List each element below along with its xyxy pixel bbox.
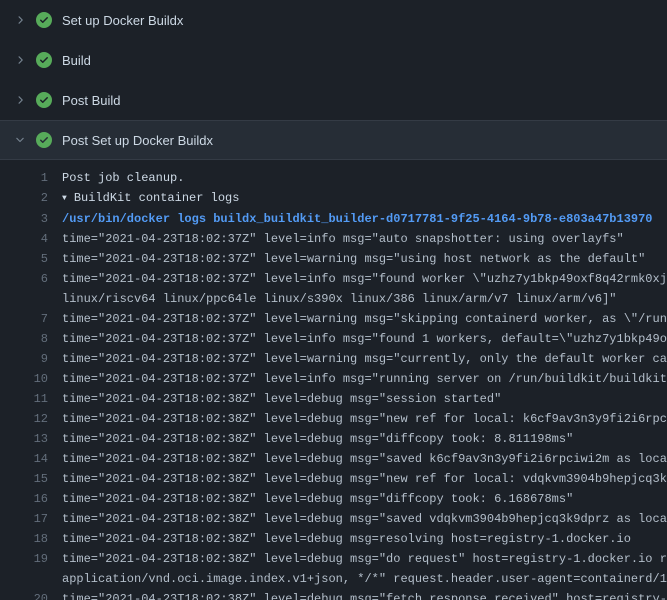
- log-line: 11 time="2021-04-23T18:02:38Z" level=debu…: [0, 389, 667, 409]
- log-line-number[interactable]: 12: [0, 409, 48, 429]
- step-row-set-up-docker-buildx[interactable]: Set up Docker Buildx: [0, 0, 667, 40]
- log-line-text: time="2021-04-23T18:02:37Z" level=warnin…: [62, 249, 645, 269]
- chevron-right-icon: [13, 12, 27, 28]
- log-line: 15 time="2021-04-23T18:02:38Z" level=debu…: [0, 469, 667, 489]
- log-line-text: time="2021-04-23T18:02:37Z" level=warnin…: [62, 349, 667, 369]
- log-command-text: /usr/bin/docker logs buildx_buildkit_bui…: [62, 209, 653, 229]
- step-row-build[interactable]: Build: [0, 40, 667, 80]
- log-line: 12 time="2021-04-23T18:02:38Z" level=debu…: [0, 409, 667, 429]
- log-line-text: linux/riscv64 linux/ppc64le linux/s390x …: [62, 289, 617, 309]
- chevron-right-icon: [13, 92, 27, 108]
- log-line: 16 time="2021-04-23T18:02:38Z" level=debu…: [0, 489, 667, 509]
- log-line-number[interactable]: 13: [0, 429, 48, 449]
- log-line: 19 time="2021-04-23T18:02:38Z" level=debu…: [0, 549, 667, 569]
- log-line-number: [0, 289, 48, 309]
- log-line: 10 time="2021-04-23T18:02:37Z" level=info…: [0, 369, 667, 389]
- log-line-text: time="2021-04-23T18:02:37Z" level=info m…: [62, 269, 667, 289]
- log-line-text: time="2021-04-23T18:02:38Z" level=debug …: [62, 489, 573, 509]
- log-line: 7 time="2021-04-23T18:02:37Z" level=warni…: [0, 309, 667, 329]
- log-line-text: time="2021-04-23T18:02:38Z" level=debug …: [62, 509, 667, 529]
- log-line: 9 time="2021-04-23T18:02:37Z" level=warni…: [0, 349, 667, 369]
- log-line-number[interactable]: 11: [0, 389, 48, 409]
- log-line: 5 time="2021-04-23T18:02:37Z" level=warni…: [0, 249, 667, 269]
- log-line-number[interactable]: 3: [0, 209, 48, 229]
- log-line-text: time="2021-04-23T18:02:37Z" level=info m…: [62, 329, 667, 349]
- log-line-number[interactable]: 20: [0, 589, 48, 600]
- log-line: 2 ▼BuildKit container logs: [0, 188, 667, 209]
- log-group-label[interactable]: ▼BuildKit container logs: [62, 188, 239, 209]
- log-line-number[interactable]: 16: [0, 489, 48, 509]
- log-line-number[interactable]: 4: [0, 229, 48, 249]
- log-lines: 1 Post job cleanup. 2 ▼BuildKit container l…: [0, 160, 667, 600]
- log-line-text: time="2021-04-23T18:02:37Z" level=info m…: [62, 229, 624, 249]
- step-row-post-build[interactable]: Post Build: [0, 80, 667, 120]
- check-circle-icon: [36, 92, 52, 108]
- step-label: Post Set up Docker Buildx: [62, 133, 213, 148]
- step-row-post-set-up-docker-buildx[interactable]: Post Set up Docker Buildx: [0, 120, 667, 160]
- log-line: 14 time="2021-04-23T18:02:38Z" level=debu…: [0, 449, 667, 469]
- log-line: application/vnd.oci.image.index.v1+json,…: [0, 569, 667, 589]
- log-line-text: time="2021-04-23T18:02:38Z" level=debug …: [62, 469, 667, 489]
- log-line: 4 time="2021-04-23T18:02:37Z" level=info …: [0, 229, 667, 249]
- check-circle-icon: [36, 52, 52, 68]
- log-line-number[interactable]: 7: [0, 309, 48, 329]
- log-line-number[interactable]: 6: [0, 269, 48, 289]
- steps-list: Set up Docker Buildx Build Post Build: [0, 0, 667, 600]
- log-line: 8 time="2021-04-23T18:02:37Z" level=info …: [0, 329, 667, 349]
- log-line-number[interactable]: 10: [0, 369, 48, 389]
- log-line: 6 time="2021-04-23T18:02:37Z" level=info …: [0, 269, 667, 289]
- log-line-number[interactable]: 1: [0, 168, 48, 188]
- log-line-number[interactable]: 9: [0, 349, 48, 369]
- log-line-number[interactable]: 18: [0, 529, 48, 549]
- log-line-text: time="2021-04-23T18:02:37Z" level=warnin…: [62, 309, 667, 329]
- log-line: 13 time="2021-04-23T18:02:38Z" level=debu…: [0, 429, 667, 449]
- log-line-number[interactable]: 2: [0, 188, 48, 209]
- actions-log-viewer: Set up Docker Buildx Build Post Build: [0, 0, 667, 600]
- check-circle-icon: [36, 132, 52, 148]
- log-line-text: time="2021-04-23T18:02:38Z" level=debug …: [62, 449, 667, 469]
- log-line-text: time="2021-04-23T18:02:38Z" level=debug …: [62, 429, 573, 449]
- log-line-number[interactable]: 17: [0, 509, 48, 529]
- log-line-number: [0, 569, 48, 589]
- log-line-text: time="2021-04-23T18:02:38Z" level=debug …: [62, 529, 631, 549]
- log-line: 18 time="2021-04-23T18:02:38Z" level=debu…: [0, 529, 667, 549]
- log-line-number[interactable]: 15: [0, 469, 48, 489]
- log-line: 17 time="2021-04-23T18:02:38Z" level=debu…: [0, 509, 667, 529]
- log-line: linux/riscv64 linux/ppc64le linux/s390x …: [0, 289, 667, 309]
- log-line-text: application/vnd.oci.image.index.v1+json,…: [62, 569, 667, 589]
- log-line: 3/usr/bin/docker logs buildx_buildkit_bu…: [0, 209, 667, 229]
- log-line-text: time="2021-04-23T18:02:38Z" level=debug …: [62, 409, 667, 429]
- step-label: Set up Docker Buildx: [62, 13, 183, 28]
- log-line-number[interactable]: 5: [0, 249, 48, 269]
- log-line-text: time="2021-04-23T18:02:37Z" level=info m…: [62, 369, 667, 389]
- chevron-down-icon: [13, 132, 27, 148]
- log-line: 1 Post job cleanup.: [0, 168, 667, 188]
- log-line: 20 time="2021-04-23T18:02:38Z" level=debu…: [0, 589, 667, 600]
- check-circle-icon: [36, 12, 52, 28]
- log-line-text: Post job cleanup.: [62, 168, 184, 188]
- step-label: Post Build: [62, 93, 121, 108]
- log-line-number[interactable]: 19: [0, 549, 48, 569]
- log-line-text: time="2021-04-23T18:02:38Z" level=debug …: [62, 589, 667, 600]
- chevron-right-icon: [13, 52, 27, 68]
- group-expand-icon[interactable]: ▼: [62, 189, 67, 209]
- log-line-text: time="2021-04-23T18:02:38Z" level=debug …: [62, 389, 501, 409]
- log-line-number[interactable]: 8: [0, 329, 48, 349]
- step-label: Build: [62, 53, 91, 68]
- log-line-text: time="2021-04-23T18:02:38Z" level=debug …: [62, 549, 667, 569]
- log-line-number[interactable]: 14: [0, 449, 48, 469]
